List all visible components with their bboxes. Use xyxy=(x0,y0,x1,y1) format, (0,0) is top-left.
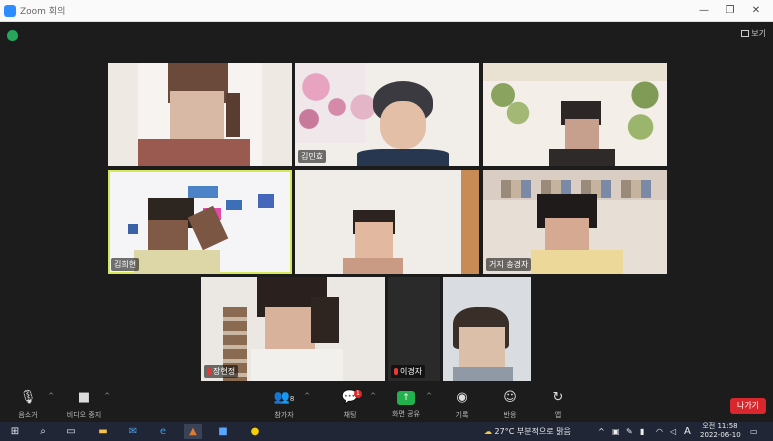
windows-start-icon[interactable]: ⊞ xyxy=(6,424,24,439)
participants-button[interactable]: 👥8 ^ 참가자 xyxy=(256,390,312,420)
edge-browser-icon[interactable]: e xyxy=(154,424,172,439)
zoom-app-icon xyxy=(4,5,16,17)
mute-button[interactable]: 🎙 ^ 음소거 xyxy=(0,390,56,420)
tray-chevron-icon[interactable]: ^ xyxy=(598,425,605,438)
participants-count: 8 xyxy=(289,395,295,403)
wifi-icon[interactable]: ◠ xyxy=(656,425,663,438)
maximize-button[interactable]: ❐ xyxy=(717,2,743,20)
chat-badge: 1 xyxy=(354,390,362,398)
meeting-toolbar: 🎙 ^ 음소거 ■ ^ 비디오 중지 👥8 ^ 참가자 💬 1 ^ 채팅 ↑ ^… xyxy=(0,388,773,422)
zoom-taskbar-icon[interactable]: ■ xyxy=(214,424,232,439)
video-tile-1[interactable] xyxy=(108,63,292,166)
window-title: Zoom 회의 xyxy=(20,7,66,17)
video-tile-7[interactable]: 장현정 xyxy=(201,277,385,381)
chevron-up-icon[interactable]: ^ xyxy=(104,392,110,400)
kakaotalk-icon[interactable]: ● xyxy=(246,424,264,439)
muted-mic-icon xyxy=(207,368,211,375)
stop-video-button[interactable]: ■ ^ 비디오 중지 xyxy=(56,390,112,420)
minimize-button[interactable]: — xyxy=(691,2,717,20)
powerpoint-icon[interactable]: ▲ xyxy=(184,424,202,439)
weather-widget[interactable]: ☁ 27°C 부분적으로 맑음 xyxy=(484,425,571,438)
zoom-window: Zoom 회의 — ❐ ✕ 보기 김민효 김희현 거지 송경자 장현정 이경자 … xyxy=(0,0,773,441)
participant-name-label: 김희현 xyxy=(111,258,140,271)
notifications-icon[interactable]: ▭ xyxy=(750,425,758,438)
video-tile-8[interactable]: 이경자 xyxy=(388,277,440,381)
windows-taskbar: ⊞ ⌕ ▭ ▬ ✉ e ▲ ■ ● ☁ 27°C 부분적으로 맑음 ^ ▣ ✎ … xyxy=(0,422,773,441)
ime-indicator[interactable]: A xyxy=(684,425,691,438)
chevron-up-icon[interactable]: ^ xyxy=(370,392,376,400)
view-button[interactable]: 보기 xyxy=(741,27,766,41)
participant-name-label: 장현정 xyxy=(204,365,239,378)
muted-mic-icon xyxy=(394,368,398,375)
apps-button[interactable]: ↻ 앱 xyxy=(530,390,586,420)
search-icon[interactable]: ⌕ xyxy=(34,424,52,439)
pen-icon[interactable]: ✎ xyxy=(626,425,633,438)
chevron-up-icon[interactable]: ^ xyxy=(304,392,310,400)
close-button[interactable]: ✕ xyxy=(743,2,769,20)
battery-icon[interactable]: ▮ xyxy=(640,425,644,438)
mail-icon[interactable]: ✉ xyxy=(124,424,142,439)
weather-icon: ☁ xyxy=(484,427,492,436)
chat-button[interactable]: 💬 1 ^ 채팅 xyxy=(322,390,378,420)
view-label: 보기 xyxy=(751,29,766,38)
chevron-up-icon[interactable]: ^ xyxy=(48,392,54,400)
file-explorer-icon[interactable]: ▬ xyxy=(94,424,112,439)
video-tile-2[interactable]: 김민효 xyxy=(295,63,479,166)
clock[interactable]: 오전 11:58 2022-06-10 xyxy=(700,422,741,440)
share-screen-icon: ↑ xyxy=(397,391,415,405)
grid-icon xyxy=(741,30,750,37)
participant-name-label: 거지 송경자 xyxy=(486,258,532,271)
video-tile-4-active-speaker[interactable]: 김희현 xyxy=(108,170,292,274)
video-tile-6[interactable]: 거지 송경자 xyxy=(483,170,667,274)
leave-meeting-button[interactable]: 나가기 xyxy=(730,398,766,414)
network-icon[interactable]: ▣ xyxy=(612,425,620,438)
share-screen-button[interactable]: ↑ ^ 화면 공유 xyxy=(378,390,434,419)
participant-name-label: 이경자 xyxy=(391,365,426,378)
security-shield-icon[interactable] xyxy=(7,30,18,41)
video-tile-3[interactable] xyxy=(483,63,667,166)
chevron-up-icon[interactable]: ^ xyxy=(426,392,432,400)
video-tile-5[interactable] xyxy=(295,170,479,274)
participant-name-label: 김민효 xyxy=(298,150,327,163)
apps-icon: ↻ xyxy=(552,390,564,405)
video-tile-9[interactable] xyxy=(443,277,531,381)
speaker-icon[interactable]: ◁ xyxy=(670,425,676,438)
title-bar: Zoom 회의 — ❐ ✕ xyxy=(0,0,773,22)
task-view-icon[interactable]: ▭ xyxy=(62,424,80,439)
